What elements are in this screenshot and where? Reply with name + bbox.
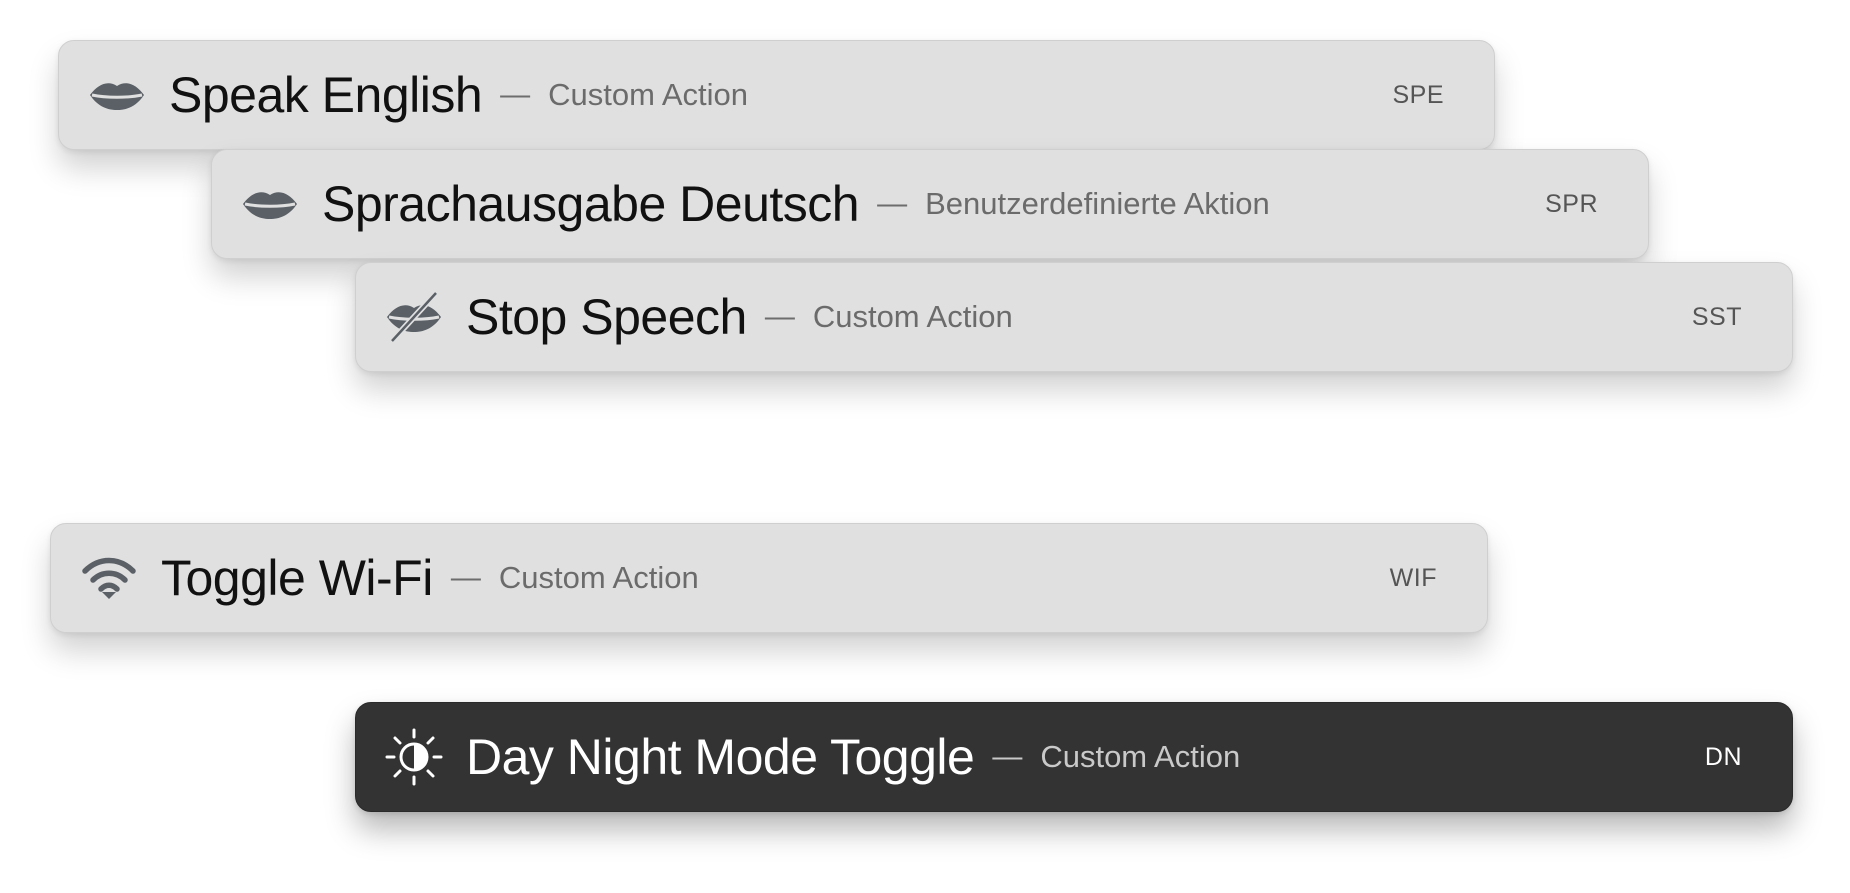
action-shortcut: SPE [1392, 80, 1444, 109]
action-title: Speak English [169, 67, 483, 123]
action-bar-day-night-mode-toggle[interactable]: Day Night Mode Toggle — Custom Action DN [355, 702, 1793, 812]
separator: — [992, 740, 1023, 773]
action-subtitle: Custom Action [1040, 739, 1241, 774]
wifi-icon [79, 548, 139, 608]
action-bar-toggle-wifi[interactable]: Toggle Wi-Fi — Custom Action WIF [50, 523, 1488, 633]
action-subtitle: Custom Action [812, 299, 1013, 334]
action-title: Toggle Wi-Fi [161, 550, 433, 606]
separator: — [450, 561, 481, 594]
action-subtitle: Custom Action [498, 560, 699, 595]
action-bar-speak-english[interactable]: Speak English — Custom Action SPE [58, 40, 1495, 150]
action-title: Stop Speech [466, 289, 747, 345]
brightness-half-icon [384, 727, 444, 787]
action-title: Day Night Mode Toggle [466, 729, 975, 785]
lips-icon [87, 65, 147, 125]
action-shortcut: WIF [1389, 563, 1437, 592]
action-bar-stop-speech[interactable]: Stop Speech — Custom Action SST [355, 262, 1793, 372]
action-shortcut: SPR [1545, 189, 1598, 218]
action-shortcut: SST [1691, 302, 1742, 331]
action-title: Sprachausgabe Deutsch [322, 176, 860, 232]
action-shortcut: DN [1704, 742, 1742, 771]
separator: — [764, 300, 795, 333]
action-bar-sprachausgabe-deutsch[interactable]: Sprachausgabe Deutsch — Benutzerdefinier… [211, 149, 1649, 259]
action-subtitle: Benutzerdefinierte Aktion [925, 186, 1270, 221]
separator: — [500, 78, 531, 111]
lips-icon [240, 174, 300, 234]
action-subtitle: Custom Action [548, 77, 749, 112]
separator: — [877, 187, 908, 220]
lips-slash-icon [384, 287, 444, 347]
